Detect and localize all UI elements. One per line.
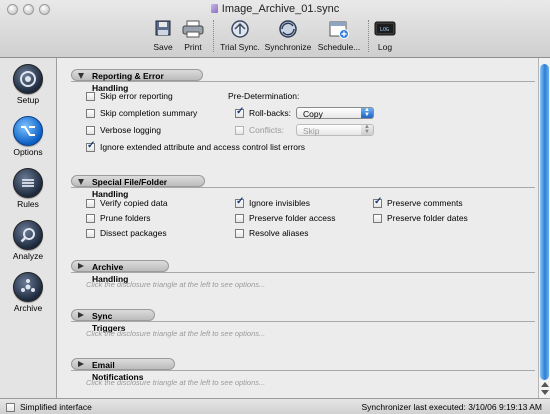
sidebar: Setup Options Rules Analyze Archive bbox=[0, 58, 57, 398]
conflicts-checkbox[interactable]: Conflicts: bbox=[235, 125, 284, 135]
magnifier-icon bbox=[13, 220, 43, 250]
archive-handling-hint: Click the disclosure triangle at the lef… bbox=[86, 280, 266, 289]
special-header[interactable]: Special File/Folder Handling bbox=[71, 175, 535, 199]
reporting-section: Reporting & Error Handling Skip error re… bbox=[71, 69, 535, 152]
scroll-up-arrow-icon[interactable] bbox=[541, 382, 549, 387]
rollbacks-popup[interactable]: Copy ▲ ▼ bbox=[296, 107, 374, 119]
preserve-comments-checkbox[interactable]: Preserve comments bbox=[373, 196, 463, 208]
popup-arrows-icon: ▲ ▼ bbox=[361, 124, 373, 135]
conflicts-popup[interactable]: Skip ▲ ▼ bbox=[296, 124, 374, 136]
disclosure-triangle-icon[interactable] bbox=[78, 312, 84, 318]
app-window: Image_Archive_01.sync Save Print Trial S… bbox=[0, 0, 550, 414]
email-section: Email Notifications Click the disclosure… bbox=[71, 358, 535, 387]
predetermination-label: Pre-Determination: bbox=[228, 91, 300, 101]
toolbar-separator bbox=[368, 20, 370, 52]
options-icon bbox=[13, 116, 43, 146]
disclosure-triangle-icon[interactable] bbox=[78, 179, 84, 185]
sidebar-item-archive[interactable]: Archive bbox=[0, 272, 56, 313]
email-hint: Click the disclosure triangle at the lef… bbox=[86, 378, 266, 387]
save-button[interactable]: Save bbox=[150, 18, 176, 52]
schedule-button[interactable]: Schedule... bbox=[315, 18, 363, 52]
last-executed-status: Synchronizer last executed: 3/10/06 9:19… bbox=[361, 402, 542, 412]
log-icon: LOG bbox=[373, 18, 397, 40]
disclosure-triangle-icon[interactable] bbox=[78, 73, 84, 79]
archive-icon bbox=[13, 272, 43, 302]
reporting-header[interactable]: Reporting & Error Handling bbox=[71, 69, 535, 93]
toolbar-separator bbox=[213, 20, 215, 52]
popup-arrows-icon: ▲ ▼ bbox=[361, 107, 373, 118]
disclosure-triangle-icon[interactable] bbox=[78, 361, 84, 367]
sidebar-item-options[interactable]: Options bbox=[0, 116, 56, 157]
preserve-access-checkbox[interactable]: Preserve folder access bbox=[235, 213, 335, 223]
log-button[interactable]: LOG Log bbox=[372, 18, 398, 52]
options-panel: Reporting & Error Handling Skip error re… bbox=[57, 58, 537, 398]
sidebar-item-rules[interactable]: Rules bbox=[0, 168, 56, 209]
skip-completion-checkbox[interactable]: Skip completion summary bbox=[86, 108, 197, 118]
rollbacks-checkbox[interactable]: Roll-backs: bbox=[235, 106, 291, 118]
archive-handling-header[interactable]: Archive Handling bbox=[71, 260, 535, 284]
synchronize-button[interactable]: Synchronize bbox=[263, 18, 313, 52]
ignore-ext-attr-checkbox[interactable]: Ignore extended attribute and access con… bbox=[86, 140, 305, 152]
scroll-down-arrow-icon[interactable] bbox=[541, 390, 549, 395]
disclosure-triangle-icon[interactable] bbox=[78, 263, 84, 269]
vertical-scrollbar[interactable] bbox=[538, 58, 550, 398]
ignore-invisibles-checkbox[interactable]: Ignore invisibles bbox=[235, 196, 310, 208]
prune-folders-checkbox[interactable]: Prune folders bbox=[86, 213, 151, 223]
dissect-packages-checkbox[interactable]: Dissect packages bbox=[86, 228, 167, 238]
scrollbar-thumb[interactable] bbox=[540, 64, 549, 380]
sidebar-item-analyze[interactable]: Analyze bbox=[0, 220, 56, 261]
sync-triggers-section: Sync Triggers Click the disclosure trian… bbox=[71, 309, 535, 338]
special-section: Special File/Folder Handling Verify copi… bbox=[71, 175, 535, 238]
verbose-logging-checkbox[interactable]: Verbose logging bbox=[86, 125, 161, 135]
toolbar: Image_Archive_01.sync Save Print Trial S… bbox=[0, 0, 550, 58]
calendar-icon bbox=[327, 18, 351, 40]
verify-copied-checkbox[interactable]: Verify copied data bbox=[86, 198, 168, 208]
sync-triggers-hint: Click the disclosure triangle at the lef… bbox=[86, 329, 266, 338]
simplified-interface-checkbox[interactable]: Simplified interface bbox=[6, 402, 92, 412]
document-icon bbox=[210, 4, 218, 13]
trial-sync-icon bbox=[228, 18, 252, 40]
trial-sync-button[interactable]: Trial Sync. bbox=[218, 18, 262, 52]
skip-error-checkbox[interactable]: Skip error reporting bbox=[86, 91, 173, 101]
rules-icon bbox=[13, 168, 43, 198]
window-title: Image_Archive_01.sync bbox=[0, 3, 550, 15]
setup-icon bbox=[13, 64, 43, 94]
email-header[interactable]: Email Notifications bbox=[71, 358, 535, 382]
sidebar-item-setup[interactable]: Setup bbox=[0, 64, 56, 105]
printer-icon bbox=[181, 18, 205, 40]
synchronize-icon bbox=[276, 18, 300, 40]
svg-text:LOG: LOG bbox=[380, 27, 389, 33]
preserve-dates-checkbox[interactable]: Preserve folder dates bbox=[373, 213, 468, 223]
resolve-aliases-checkbox[interactable]: Resolve aliases bbox=[235, 228, 309, 238]
print-button[interactable]: Print bbox=[180, 18, 206, 52]
sync-triggers-header[interactable]: Sync Triggers bbox=[71, 309, 535, 333]
save-icon bbox=[151, 18, 175, 40]
status-bar: Simplified interface Synchronizer last e… bbox=[0, 398, 550, 414]
archive-handling-section: Archive Handling Click the disclosure tr… bbox=[71, 260, 535, 289]
